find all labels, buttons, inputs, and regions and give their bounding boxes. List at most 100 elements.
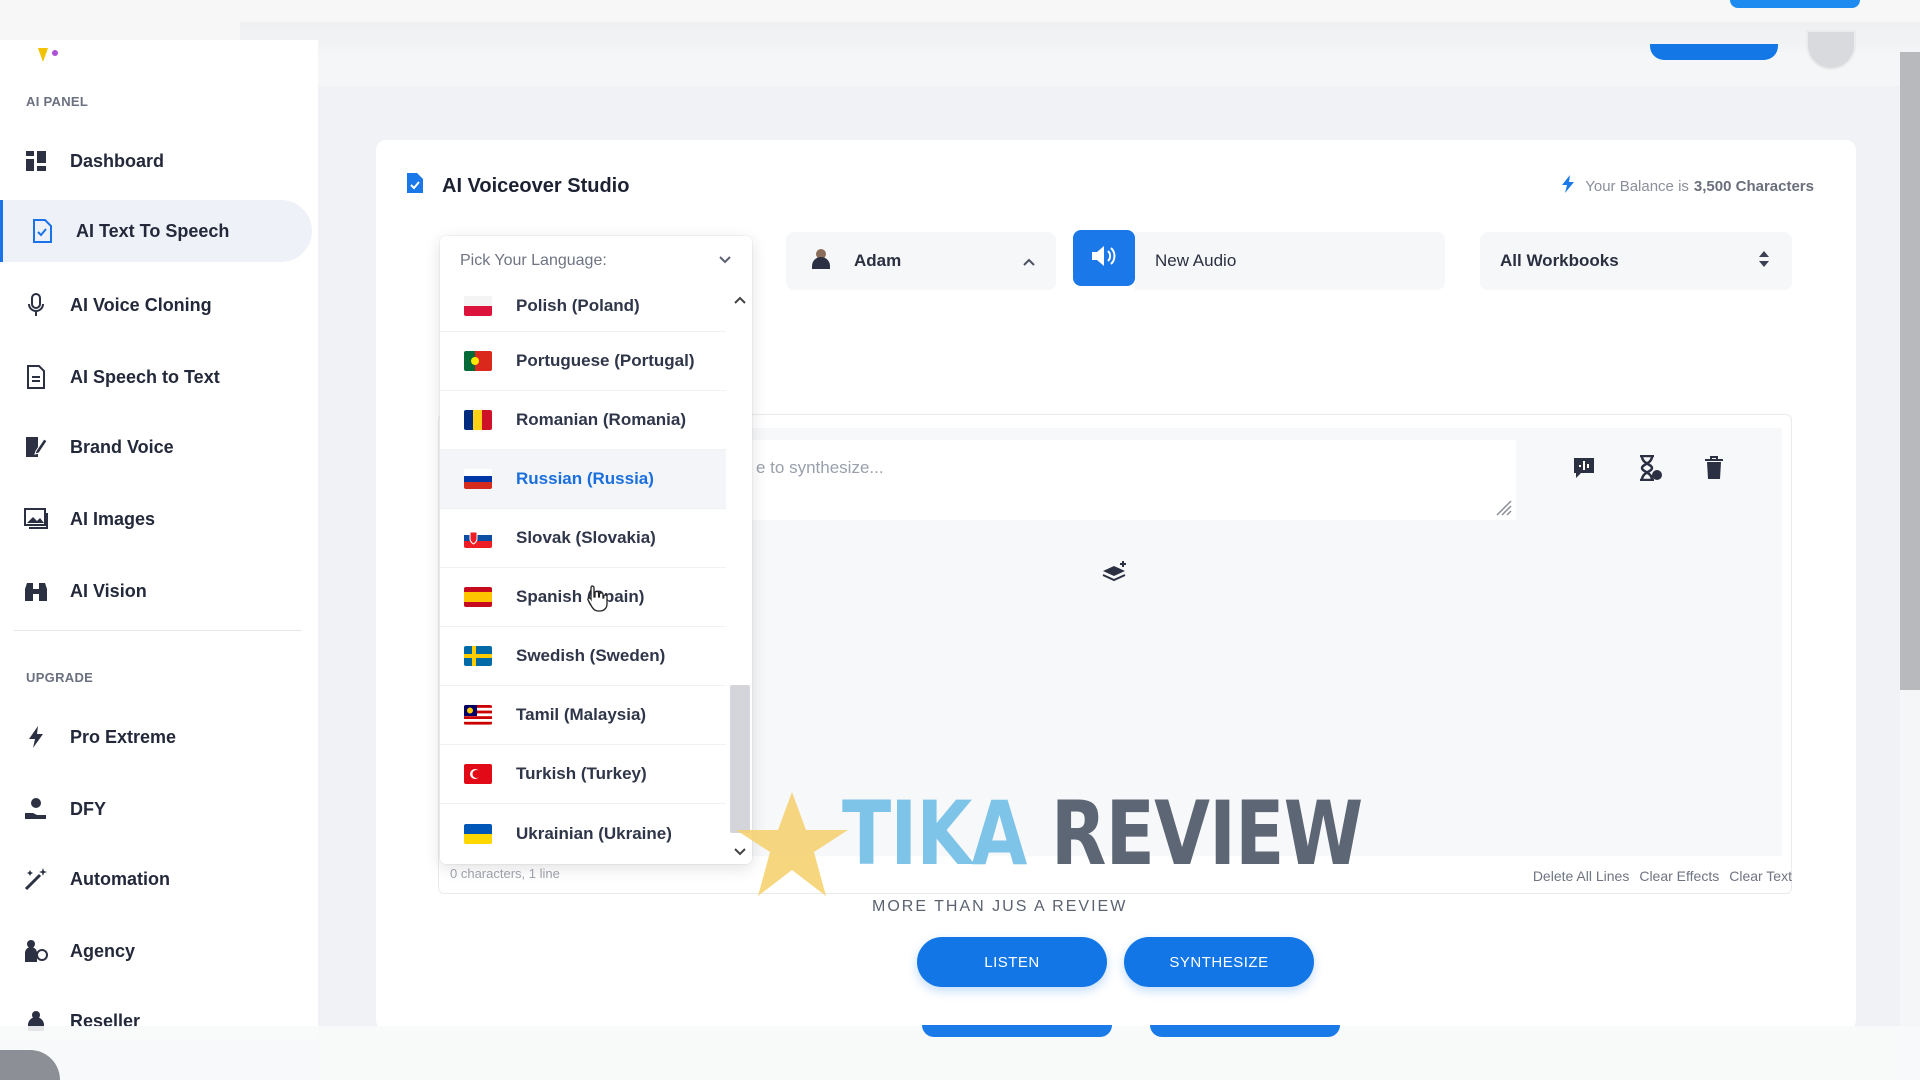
voice-effects-button[interactable] (1568, 454, 1600, 486)
pause-timer-button[interactable] (1634, 454, 1666, 486)
speech-bubble-icon (1572, 456, 1596, 485)
agency-icon (24, 939, 48, 963)
clear-text-link[interactable]: Clear Text (1729, 868, 1792, 884)
language-label: Russian (Russia) (516, 469, 654, 488)
flag-poland-icon (464, 295, 492, 316)
delete-all-lines-link[interactable]: Delete All Lines (1533, 868, 1630, 884)
language-label: Tamil (Malaysia) (516, 705, 647, 724)
language-option-russian[interactable]: Russian (Russia) (440, 450, 726, 509)
synthesize-button-shadow (1150, 1025, 1340, 1037)
bolt-icon (24, 725, 48, 749)
play-sample-button[interactable] (1073, 230, 1135, 286)
speaker-icon (1090, 244, 1118, 273)
listen-button[interactable]: LISTEN (917, 937, 1107, 987)
audio-name-value: New Audio (1155, 251, 1237, 270)
sidebar-item-ai-voice-cloning[interactable]: AI Voice Cloning (0, 274, 312, 336)
language-option-swedish[interactable]: Swedish (Sweden) (440, 627, 726, 686)
voice-avatar-icon (810, 248, 832, 275)
resize-grip-icon[interactable] (1494, 498, 1512, 521)
language-label: Romanian (Romania) (516, 410, 687, 429)
flag-romania-icon (464, 410, 492, 430)
watermark-tagline: MORE THAN JUS A REVIEW (872, 898, 1128, 915)
sidebar-item-dashboard[interactable]: Dashboard (0, 130, 312, 192)
bolt-icon (1561, 175, 1575, 197)
sidebar-item-label: AI Vision (70, 580, 147, 601)
language-option-romanian[interactable]: Romanian (Romania) (440, 391, 726, 450)
flag-russia-icon (464, 469, 492, 489)
character-count: 0 characters, 1 line (450, 866, 560, 881)
magic-wand-icon (24, 867, 48, 891)
watermark-star-icon (732, 790, 852, 905)
studio-document-icon (406, 172, 424, 200)
clear-effects-link[interactable]: Clear Effects (1639, 868, 1719, 884)
flag-turkey-icon (464, 764, 492, 784)
language-option-polish[interactable]: Polish (Poland) (440, 280, 726, 332)
flag-ukraine-icon (464, 823, 492, 844)
listen-button-shadow (922, 1025, 1112, 1037)
sidebar-item-automation[interactable]: Automation (0, 848, 312, 910)
sidebar-item-label: Agency (70, 940, 136, 961)
sidebar-item-label: DFY (70, 798, 106, 819)
top-action-button[interactable] (1730, 0, 1860, 8)
flag-malaysia-icon (464, 705, 492, 725)
delete-button[interactable] (1698, 454, 1730, 486)
language-option-portuguese[interactable]: Portuguese (Portugal) (440, 332, 726, 391)
watermark-brand-a: TIKA (842, 782, 1027, 885)
scroll-up-icon[interactable] (733, 292, 747, 310)
trash-icon (1704, 455, 1724, 485)
sidebar-item-label: Brand Voice (70, 436, 174, 457)
logo-dot-icon (52, 50, 58, 56)
sidebar-item-label: AI Images (70, 508, 156, 529)
language-option-spanish[interactable]: Spanish (Spain) (440, 568, 726, 627)
layers-add-icon[interactable] (1102, 560, 1128, 589)
header-action-button[interactable] (1650, 44, 1778, 60)
hand-user-icon (24, 797, 48, 821)
watermark-brand-b: REVIEW (1050, 782, 1363, 885)
document-speech-icon (30, 219, 54, 243)
watermark-brand: TIKA REVIEW (842, 782, 1363, 885)
binoculars-icon (24, 579, 48, 603)
audio-name-input[interactable]: New Audio (1135, 232, 1445, 290)
sidebar-divider (14, 630, 302, 631)
sidebar-item-ai-text-to-speech[interactable]: AI Text To Speech (0, 200, 312, 262)
flag-sweden-icon (464, 646, 492, 666)
workbooks-select[interactable]: All Workbooks (1480, 232, 1792, 290)
language-label: Ukrainian (Ukraine) (516, 823, 672, 843)
pen-document-icon (24, 435, 48, 459)
sidebar-item-label: Automation (70, 868, 170, 889)
language-label: Polish (Poland) (516, 295, 640, 315)
balance-value: 3,500 Characters (1693, 177, 1814, 195)
language-label: Turkish (Turkey) (516, 764, 647, 783)
text-input-placeholder: e to synthesize... (756, 458, 884, 477)
images-icon (24, 507, 48, 531)
sidebar-item-ai-vision[interactable]: AI Vision (0, 560, 312, 622)
sidebar-item-agency[interactable]: Agency (0, 920, 312, 982)
user-avatar[interactable] (1806, 30, 1856, 70)
sidebar-item-ai-speech-to-text[interactable]: AI Speech to Text (0, 346, 312, 408)
language-option-slovak[interactable]: Slovak (Slovakia) (440, 509, 726, 568)
text-input[interactable]: e to synthesize... (740, 440, 1516, 520)
synthesize-button[interactable]: SYNTHESIZE (1124, 937, 1314, 987)
sidebar-item-ai-images[interactable]: AI Images (0, 488, 312, 550)
editor-links: Delete All Lines Clear Effects Clear Tex… (1533, 868, 1792, 884)
sidebar-item-label: Pro Extreme (70, 726, 177, 747)
hand-cursor-icon (586, 584, 608, 617)
sidebar-item-brand-voice[interactable]: Brand Voice (0, 416, 312, 478)
language-option-tamil[interactable]: Tamil (Malaysia) (440, 686, 726, 745)
section-title-upgrade: UPGRADE (26, 670, 94, 685)
dashboard-icon (24, 149, 48, 173)
workbooks-value: All Workbooks (1500, 251, 1619, 270)
studio-title: AI Voiceover Studio (442, 174, 630, 197)
sidebar-item-pro-extreme[interactable]: Pro Extreme (0, 706, 312, 768)
language-option-turkish[interactable]: Turkish (Turkey) (440, 745, 726, 804)
sidebar-item-label: AI Speech to Text (70, 366, 220, 387)
voice-name: Adam (854, 251, 902, 270)
balance-prefix: Your Balance is (1585, 177, 1689, 195)
page-scrollbar-thumb[interactable] (1900, 52, 1920, 690)
language-dropdown-header[interactable]: Pick Your Language: (460, 252, 732, 270)
voice-select[interactable]: Adam (786, 232, 1056, 290)
sidebar-item-label: Dashboard (70, 150, 165, 171)
language-label: Slovak (Slovakia) (516, 528, 656, 547)
language-option-ukrainian[interactable]: Ukrainian (Ukraine) (440, 804, 726, 863)
sidebar-item-dfy[interactable]: DFY (0, 778, 312, 840)
